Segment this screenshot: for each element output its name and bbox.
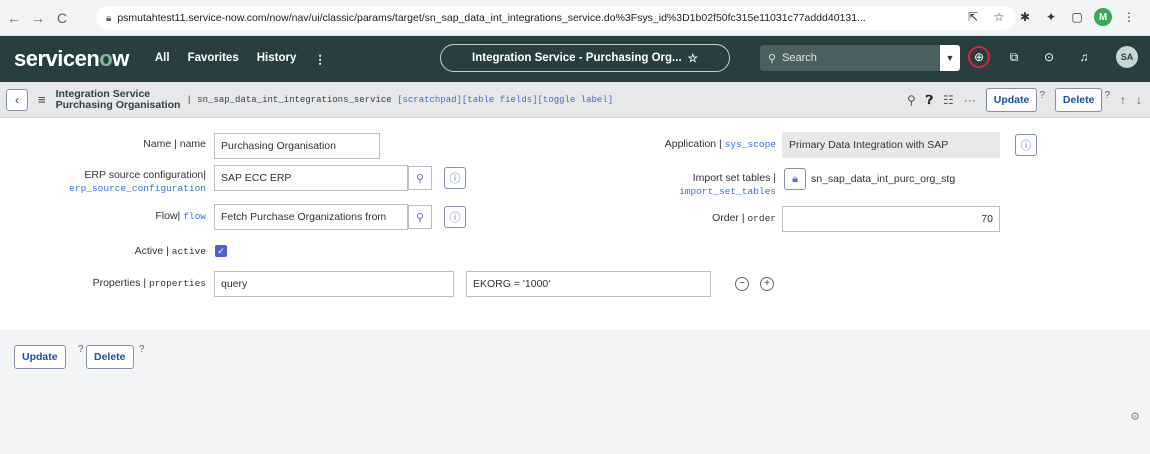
star-icon[interactable]: ☆ [688,51,698,65]
servicenow-banner: servicenow All Favorites History ⋮ Integ… [0,36,1150,82]
properties-label: Properties | properties [92,277,206,289]
menu-kebab-icon[interactable]: ⋮ [1120,8,1138,26]
help-mark: ? [1039,89,1045,101]
flow-label: Flow| flow [155,210,206,222]
property-key-input[interactable]: query [214,271,454,297]
help-mark: ? [1104,89,1110,101]
arrow-left-icon[interactable]: ← [4,8,24,28]
arrow-up-icon[interactable]: ↑ [1120,93,1126,107]
application-label: Application | sys_scope [664,138,776,150]
property-value-input[interactable]: EKORG = '1000' [466,271,711,297]
form-footer: Update ? Delete ? ⚙ [0,330,1150,454]
avatar[interactable]: SA [1116,46,1138,68]
reload-icon[interactable]: C [52,8,72,28]
activity-help-icon[interactable]: ❓︎ [926,93,933,108]
order-input[interactable]: 70 [782,206,1000,232]
browser-actions: ⇱ ☆ ✱ ✦ ▢ M ⋮ [964,8,1138,26]
nav-favorites[interactable]: Favorites [188,52,239,66]
profile-icon[interactable]: M [1094,8,1112,26]
star-icon[interactable]: ☆ [990,8,1008,26]
settings-icon[interactable]: ⚙ [1130,410,1140,423]
info-icon[interactable]: ⓘ [444,206,466,228]
paperclip-icon[interactable]: ⚲ [907,93,916,107]
record-title: Integration Service Purchasing Organisat… [55,87,181,111]
search-icon[interactable]: ⚲ [408,166,432,190]
banner-icons: ⊕ ⧉ ⊙ ♫ SA [968,46,1138,68]
arrow-down-icon[interactable]: ↓ [1136,93,1142,107]
settings-sliders-icon[interactable]: ☷ [943,93,954,107]
import-set-label: Import set tables | import_set_tables [679,172,776,197]
global-search-input[interactable]: ⚲ Search ▼ [760,45,960,71]
erp-label: ERP source configuration| erp_source_con… [69,169,206,194]
application-field: Primary Data Integration with SAP [782,132,1000,158]
delete-button-bottom[interactable]: Delete [86,345,134,369]
update-button-bottom[interactable]: Update [14,345,66,369]
browser-toolbar: ← → C 🔒︎ psmutahtest11.service-now.com/n… [0,0,1150,36]
bell-icon[interactable]: ♫ [1073,46,1095,68]
chat-icon[interactable]: ⧉ [1003,46,1025,68]
lock-icon: 🔒︎ [106,12,112,24]
form-body: Name | name Purchasing Organisation ERP … [0,118,1150,330]
servicenow-logo[interactable]: servicenow [14,46,129,72]
header-actions: ⚲ ❓︎ ☷ ··· Update ? Delete ? ↑ ↓ [907,88,1142,112]
name-input[interactable]: Purchasing Organisation [214,133,380,159]
info-icon[interactable]: ⓘ [444,167,466,189]
form-header: ‹ ≡ Integration Service Purchasing Organ… [0,82,1150,118]
active-checkbox[interactable]: ✓ [215,245,227,257]
extension-icon[interactable]: ✱ [1016,8,1034,26]
help-icon[interactable]: ⊙ [1038,46,1060,68]
address-bar[interactable]: 🔒︎ psmutahtest11.service-now.com/now/nav… [96,6,1016,30]
chevron-down-icon[interactable]: ▼ [940,45,960,71]
back-button[interactable]: ‹ [6,88,28,111]
help-mark: ? [78,344,84,355]
more-options-icon[interactable]: ··· [964,93,976,107]
active-label: Active | active [134,245,206,257]
order-label: Order | order [712,212,776,224]
debug-links[interactable]: [scratchpad][table fields][toggle label] [397,95,613,105]
name-label: Name | name [143,138,206,150]
search-icon: ⚲ [768,52,777,65]
plus-circle-icon[interactable]: + [760,277,774,291]
import-set-value[interactable]: sn_sap_data_int_purc_org_stg [811,173,955,186]
nav-all[interactable]: All [155,52,170,66]
info-icon[interactable]: ⓘ [1015,134,1037,156]
top-nav: All Favorites History ⋮ [155,52,326,66]
record-title-pill[interactable]: Integration Service - Purchasing Org... … [440,44,730,72]
table-meta: | sn_sap_data_int_integrations_service [… [186,94,614,105]
hamburger-icon[interactable]: ≡ [38,92,46,107]
nav-more[interactable]: ⋮ [314,52,326,66]
puzzle-icon[interactable]: ✦ [1042,8,1060,26]
erp-input[interactable]: SAP ECC ERP [214,165,408,191]
tab-icon[interactable]: ▢ [1068,8,1086,26]
share-icon[interactable]: ⇱ [964,8,982,26]
url-text: psmutahtest11.service-now.com/now/nav/ui… [117,12,866,24]
minus-circle-icon[interactable]: − [735,277,749,291]
lock-icon[interactable]: 🔒︎ [784,168,806,190]
arrow-right-icon[interactable]: → [28,8,48,28]
search-icon[interactable]: ⚲ [408,205,432,229]
globe-icon[interactable]: ⊕ [968,46,990,68]
update-button[interactable]: Update [985,88,1038,112]
nav-history[interactable]: History [257,52,297,66]
delete-button[interactable]: Delete [1054,88,1103,112]
flow-input[interactable]: Fetch Purchase Organizations from [214,204,408,230]
help-mark: ? [139,344,145,355]
